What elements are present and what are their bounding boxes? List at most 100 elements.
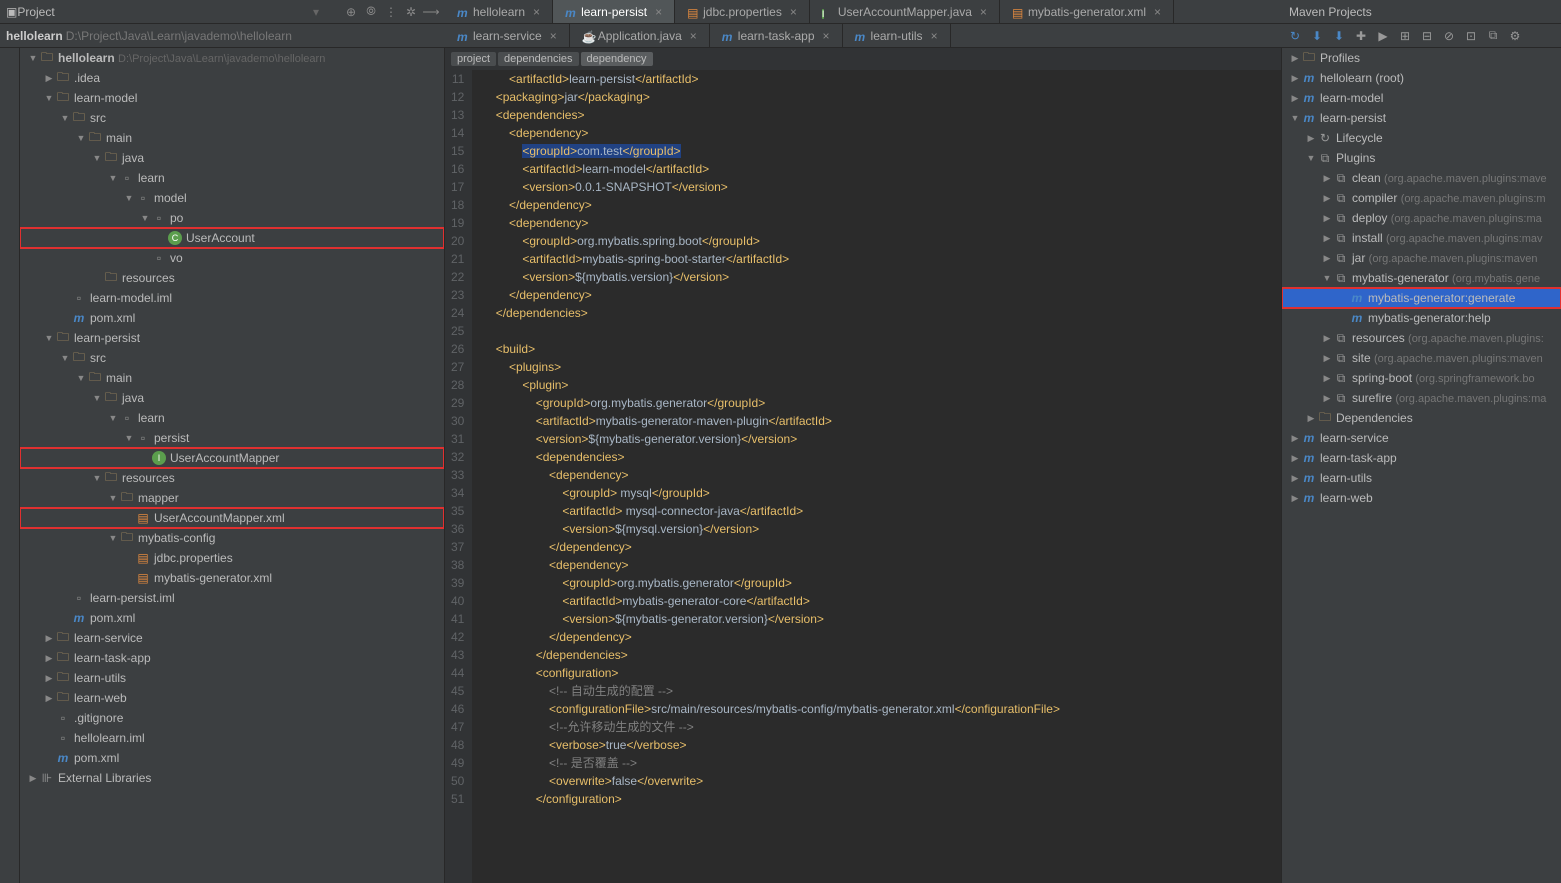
tree-item[interactable]: CUserAccount (20, 228, 444, 248)
breadcrumb-item[interactable]: dependencies (498, 52, 579, 66)
gear-icon[interactable]: ⚙ (1507, 28, 1523, 44)
tree-item[interactable]: ▫vo (20, 248, 444, 268)
tree-arrow-icon[interactable]: ▼ (90, 153, 104, 163)
maven-tree-item[interactable]: ▼mlearn-persist (1282, 108, 1561, 128)
tree-arrow-icon[interactable]: ▶ (1288, 473, 1302, 484)
tree-arrow-icon[interactable]: ▼ (1304, 153, 1318, 163)
toggle2-icon[interactable]: ⊟ (1419, 28, 1435, 44)
tree-arrow-icon[interactable]: ▼ (122, 433, 136, 443)
editor-tab[interactable]: mhellolearn× (445, 0, 553, 23)
tree-arrow-icon[interactable]: ▶ (1320, 173, 1334, 184)
tree-item[interactable]: ▼🗀resources (20, 468, 444, 488)
editor-tab[interactable]: IUserAccountMapper.java× (810, 0, 1000, 23)
tree-item[interactable]: ▶🗀.idea (20, 68, 444, 88)
tree-arrow-icon[interactable]: ▶ (1288, 93, 1302, 104)
tree-arrow-icon[interactable]: ▶ (42, 653, 56, 664)
download-icon[interactable]: ⬇ (1331, 28, 1347, 44)
tree-arrow-icon[interactable]: ▼ (58, 113, 72, 123)
toggle-icon[interactable]: ⊞ (1397, 28, 1413, 44)
tree-item[interactable]: IUserAccountMapper (20, 448, 444, 468)
tree-item[interactable]: ▶🗀learn-utils (20, 668, 444, 688)
tree-item[interactable]: ▶🗀learn-web (20, 688, 444, 708)
tree-arrow-icon[interactable]: ▼ (58, 353, 72, 363)
tree-item[interactable]: ▫learn-persist.iml (20, 588, 444, 608)
tree-arrow-icon[interactable]: ▼ (1288, 113, 1302, 123)
tree-arrow-icon[interactable]: ▼ (106, 173, 120, 183)
tree-item[interactable]: ▼🗀main (20, 368, 444, 388)
gear-icon[interactable]: ✲ (403, 4, 419, 20)
tree-item[interactable]: ▼▫persist (20, 428, 444, 448)
maven-tree-item[interactable]: ▶⧉resources (org.apache.maven.plugins: (1282, 328, 1561, 348)
tree-arrow-icon[interactable]: ▼ (74, 373, 88, 383)
tree-item[interactable]: mpom.xml (20, 748, 444, 768)
tree-arrow-icon[interactable]: ▼ (106, 413, 120, 423)
maven-tree-item[interactable]: ▶🗀Dependencies (1282, 408, 1561, 428)
tree-item[interactable]: ▤UserAccountMapper.xml (20, 508, 444, 528)
tree-item[interactable]: ▼🗀mybatis-config (20, 528, 444, 548)
tree-arrow-icon[interactable]: ▼ (26, 53, 40, 63)
tree-item[interactable]: mpom.xml (20, 608, 444, 628)
tree-item[interactable]: 🗀resources (20, 268, 444, 288)
generate-sources-icon[interactable]: ⬇ (1309, 28, 1325, 44)
add-icon[interactable]: ✚ (1353, 28, 1369, 44)
maven-tree-item[interactable]: ▶⧉deploy (org.apache.maven.plugins:ma (1282, 208, 1561, 228)
tree-arrow-icon[interactable]: ▶ (42, 633, 56, 644)
tree-arrow-icon[interactable]: ▶ (42, 673, 56, 684)
editor-tab[interactable]: mlearn-persist× (553, 0, 675, 23)
tree-item[interactable]: ▶🗀learn-task-app (20, 648, 444, 668)
close-icon[interactable]: × (931, 29, 938, 43)
tree-item[interactable]: ▼🗀learn-persist (20, 328, 444, 348)
tree-arrow-icon[interactable]: ▶ (1288, 73, 1302, 84)
maven-tree-item[interactable]: ▶mhellolearn (root) (1282, 68, 1561, 88)
close-icon[interactable]: × (533, 5, 540, 19)
tree-item[interactable]: ▫learn-model.iml (20, 288, 444, 308)
tree-arrow-icon[interactable]: ▶ (1288, 453, 1302, 464)
maven-tree-item[interactable]: ▶mlearn-model (1282, 88, 1561, 108)
tree-arrow-icon[interactable]: ▶ (1320, 333, 1334, 344)
tree-arrow-icon[interactable]: ▶ (1288, 493, 1302, 504)
tree-arrow-icon[interactable]: ▼ (106, 533, 120, 543)
maven-tree-item[interactable]: ▶⧉clean (org.apache.maven.plugins:mave (1282, 168, 1561, 188)
tree-arrow-icon[interactable]: ▼ (138, 213, 152, 223)
tree-item[interactable]: ▶⊪External Libraries (20, 768, 444, 788)
tree-item[interactable]: ▼▫model (20, 188, 444, 208)
tree-arrow-icon[interactable]: ▶ (1320, 233, 1334, 244)
maven-tree-item[interactable]: ▶⧉install (org.apache.maven.plugins:mav (1282, 228, 1561, 248)
tree-arrow-icon[interactable]: ▼ (106, 493, 120, 503)
breadcrumb-item[interactable]: dependency (581, 52, 653, 66)
editor-tab[interactable]: mlearn-task-app× (710, 24, 843, 48)
tree-arrow-icon[interactable]: ▼ (42, 333, 56, 343)
maven-tree-item[interactable]: ▼⧉Plugins (1282, 148, 1561, 168)
maven-tree-item[interactable]: ▶⧉compiler (org.apache.maven.plugins:m (1282, 188, 1561, 208)
tree-arrow-icon[interactable]: ▶ (1320, 373, 1334, 384)
editor-tab[interactable]: ▤mybatis-generator.xml× (1000, 0, 1174, 23)
editor-tab[interactable]: mlearn-utils× (843, 24, 951, 48)
close-icon[interactable]: × (1154, 5, 1161, 19)
run-icon[interactable]: ▶ (1375, 28, 1391, 44)
tree-arrow-icon[interactable]: ▶ (1320, 213, 1334, 224)
tree-item[interactable]: ▼🗀src (20, 108, 444, 128)
maven-tree-item[interactable]: ▶↻Lifecycle (1282, 128, 1561, 148)
tree-item[interactable]: ▤jdbc.properties (20, 548, 444, 568)
tree-arrow-icon[interactable]: ▶ (1320, 393, 1334, 404)
maven-tree-item[interactable]: ▶⧉site (org.apache.maven.plugins:maven (1282, 348, 1561, 368)
maven-tree[interactable]: ▶🗀Profiles▶mhellolearn (root)▶mlearn-mod… (1281, 48, 1561, 883)
tree-arrow-icon[interactable]: ▶ (1304, 133, 1318, 144)
tree-arrow-icon[interactable]: ▼ (74, 133, 88, 143)
hide-icon[interactable]: ⟶ (423, 4, 439, 20)
maven-tree-item[interactable]: mmybatis-generator:generate (1282, 288, 1561, 308)
settings-icon[interactable]: ⧉ (1485, 28, 1501, 44)
editor-tab[interactable]: mlearn-service× (445, 24, 570, 48)
maven-tree-item[interactable]: ▶🗀Profiles (1282, 48, 1561, 68)
tree-arrow-icon[interactable]: ▶ (1320, 193, 1334, 204)
maven-tree-item[interactable]: ▶mlearn-service (1282, 428, 1561, 448)
maven-tree-item[interactable]: ▶⧉surefire (org.apache.maven.plugins:ma (1282, 388, 1561, 408)
tree-arrow-icon[interactable]: ▼ (122, 193, 136, 203)
tree-item[interactable]: ▼🗀src (20, 348, 444, 368)
collapse-icon[interactable]: ⊕ (343, 4, 359, 20)
tree-item[interactable]: ▼🗀learn-model (20, 88, 444, 108)
close-icon[interactable]: × (690, 29, 697, 43)
maven-tree-item[interactable]: ▶mlearn-task-app (1282, 448, 1561, 468)
tree-item[interactable]: ▼🗀mapper (20, 488, 444, 508)
tree-arrow-icon[interactable]: ▼ (90, 473, 104, 483)
